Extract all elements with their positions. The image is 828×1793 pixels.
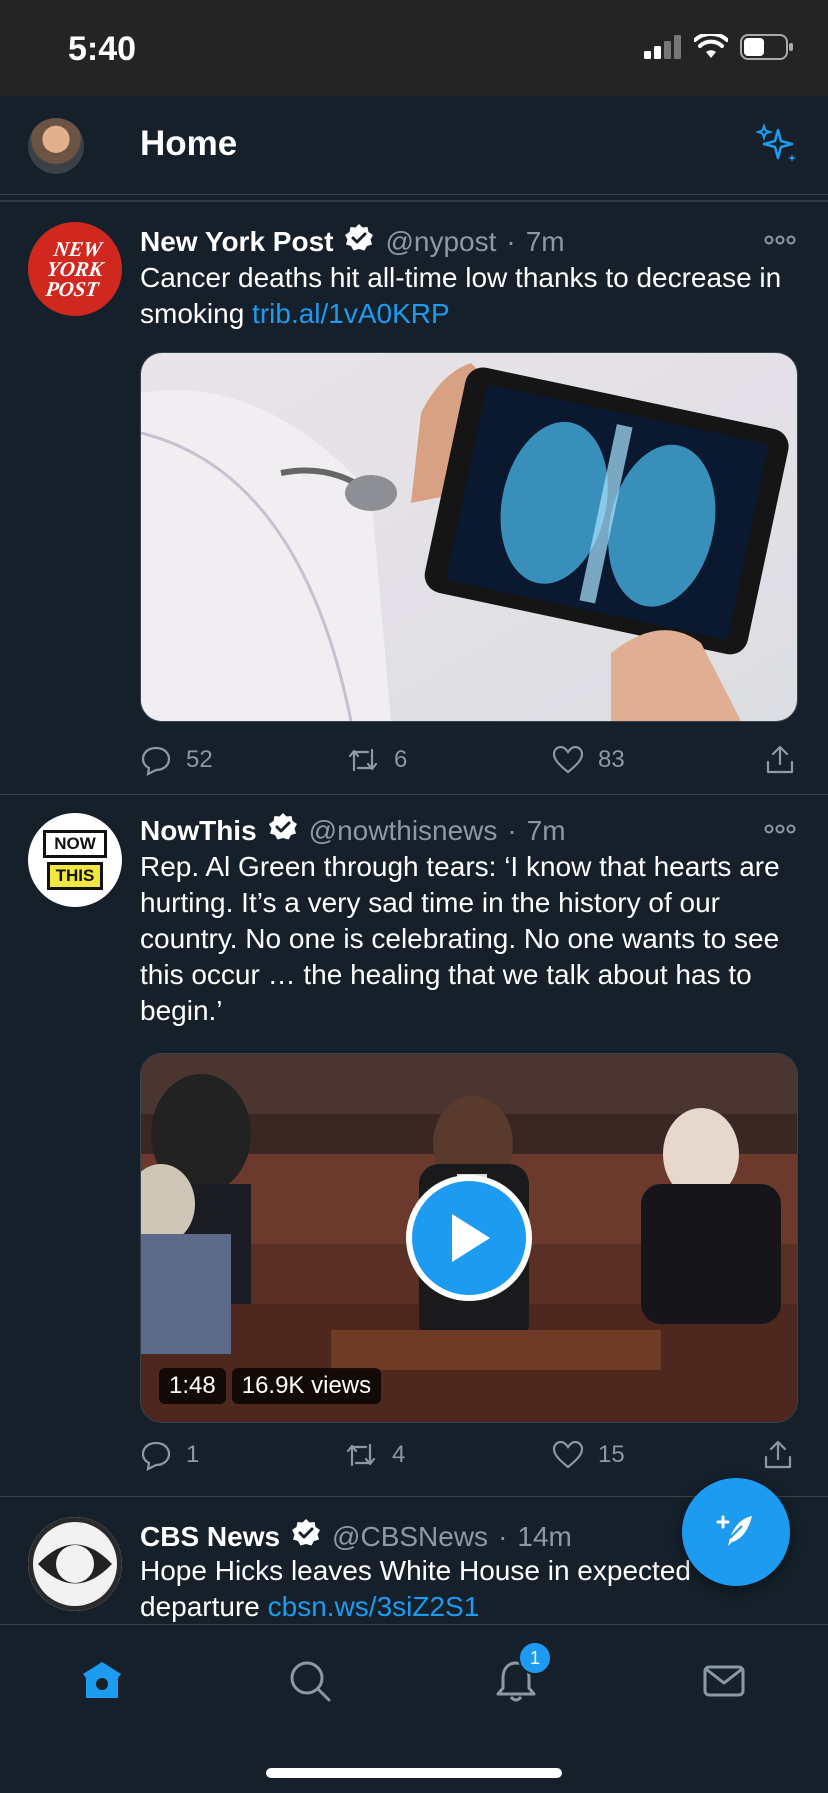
heart-icon bbox=[552, 1440, 584, 1469]
tweet-nypost[interactable]: NEW YORK POST New York Post @nypost · 7m… bbox=[0, 202, 828, 794]
share-icon bbox=[764, 1440, 792, 1469]
wifi-icon bbox=[694, 34, 728, 58]
tweet-link[interactable]: trib.al/1vA0KRP bbox=[252, 298, 450, 329]
reply-count: 1 bbox=[186, 1441, 200, 1468]
battery-icon bbox=[740, 34, 793, 60]
verified-icon bbox=[290, 1517, 322, 1556]
like-count: 83 bbox=[598, 746, 625, 773]
tweet-actions: 52 6 83 bbox=[140, 744, 800, 784]
retweet-button[interactable]: 4 bbox=[344, 1439, 405, 1471]
like-button[interactable]: 83 bbox=[552, 744, 625, 776]
retweet-count: 4 bbox=[392, 1441, 406, 1468]
page-title: Home bbox=[140, 124, 238, 163]
tweet-time[interactable]: 7m bbox=[526, 226, 565, 258]
compose-feather-icon bbox=[716, 1515, 752, 1546]
tab-notifications[interactable]: 1 bbox=[486, 1641, 552, 1711]
tweet-text: Rep. Al Green through tears: ‘I know tha… bbox=[140, 851, 780, 1026]
tweet-video[interactable]: 1:48 16.9K views bbox=[140, 1053, 798, 1423]
play-button[interactable] bbox=[406, 1175, 532, 1301]
tweet-header: NowThis @nowthisnews · 7m bbox=[140, 811, 566, 850]
reply-button[interactable]: 1 bbox=[140, 1439, 199, 1471]
reply-icon bbox=[141, 1441, 171, 1471]
retweet-button[interactable]: 6 bbox=[346, 744, 407, 776]
video-views: 16.9K views bbox=[231, 1368, 382, 1404]
separator-dot: · bbox=[507, 814, 517, 846]
top-header: Home bbox=[0, 96, 828, 195]
author-handle[interactable]: @nowthisnews bbox=[309, 815, 498, 847]
like-count: 15 bbox=[598, 1441, 625, 1468]
status-time: 5:40 bbox=[68, 30, 137, 68]
profile-avatar[interactable] bbox=[28, 118, 84, 174]
author-name[interactable]: New York Post bbox=[140, 226, 333, 258]
tweet-time[interactable]: 7m bbox=[527, 815, 566, 847]
tab-messages[interactable] bbox=[694, 1651, 754, 1711]
verified-icon bbox=[343, 222, 375, 261]
tweet-actions: 1 4 15 bbox=[140, 1439, 800, 1479]
like-button[interactable]: 15 bbox=[552, 1439, 625, 1471]
xray-photo bbox=[141, 353, 797, 721]
mail-icon bbox=[703, 1665, 745, 1697]
nowthis-logo-now: NOW bbox=[43, 830, 107, 858]
reply-count: 52 bbox=[186, 746, 213, 773]
cbs-eye-logo bbox=[28, 1517, 122, 1611]
share-button[interactable] bbox=[762, 1439, 794, 1471]
video-meta: 1:48 16.9K views bbox=[159, 1368, 387, 1404]
separator-dot: · bbox=[506, 225, 516, 257]
verified-icon bbox=[267, 811, 299, 850]
retweet-icon bbox=[346, 1443, 376, 1467]
heart-icon bbox=[552, 745, 584, 774]
home-icon bbox=[83, 1662, 121, 1698]
tweet-image[interactable] bbox=[140, 352, 798, 722]
nypost-logo-line: YORK bbox=[45, 257, 105, 281]
tweet-header: CBS News @CBSNews · 14m bbox=[140, 1517, 572, 1556]
retweet-icon bbox=[348, 748, 378, 772]
sparkle-icon[interactable] bbox=[754, 122, 800, 171]
author-name[interactable]: CBS News bbox=[140, 1521, 280, 1553]
nypost-logo-line: POST bbox=[44, 277, 101, 301]
more-options-icon[interactable] bbox=[764, 226, 796, 252]
search-icon bbox=[290, 1661, 331, 1702]
tweet-nowthis[interactable]: NOW THIS NowThis @nowthisnews · 7m Rep. … bbox=[0, 795, 828, 1495]
author-handle[interactable]: @CBSNews bbox=[332, 1521, 488, 1553]
separator-dot: · bbox=[498, 1520, 508, 1552]
cbsnews-avatar[interactable] bbox=[28, 1517, 122, 1611]
video-duration: 1:48 bbox=[159, 1368, 226, 1404]
tweet-body: Cancer deaths hit all-time low thanks to… bbox=[140, 262, 782, 329]
notification-badge: 1 bbox=[518, 1641, 552, 1675]
reply-icon bbox=[141, 746, 171, 776]
author-name[interactable]: NowThis bbox=[140, 815, 257, 847]
status-icons bbox=[644, 34, 794, 60]
reply-button[interactable]: 52 bbox=[140, 744, 213, 776]
home-indicator bbox=[266, 1768, 562, 1778]
play-icon bbox=[452, 1214, 490, 1262]
more-options-icon[interactable] bbox=[764, 815, 796, 841]
tab-search[interactable] bbox=[280, 1651, 340, 1711]
signal-icon bbox=[644, 35, 681, 59]
tab-home[interactable] bbox=[72, 1651, 132, 1711]
status-bar: 5:40 bbox=[0, 0, 828, 96]
tweet-header: New York Post @nypost · 7m bbox=[140, 222, 565, 261]
tweet-link[interactable]: cbsn.ws/3siZ2S1 bbox=[268, 1591, 480, 1622]
retweet-count: 6 bbox=[394, 746, 408, 773]
nowthis-logo-this: THIS bbox=[46, 862, 104, 890]
nowthis-avatar[interactable]: NOW THIS bbox=[28, 813, 122, 907]
nypost-logo-line: NEW bbox=[52, 237, 104, 261]
tweet-time[interactable]: 14m bbox=[517, 1521, 571, 1553]
nypost-avatar[interactable]: NEW YORK POST bbox=[28, 222, 122, 316]
share-icon bbox=[766, 745, 794, 774]
tweet-text: Cancer deaths hit all-time low thanks to… bbox=[140, 260, 800, 332]
share-button[interactable] bbox=[764, 744, 796, 776]
author-handle[interactable]: @nypost bbox=[385, 226, 496, 258]
compose-tweet-button[interactable] bbox=[682, 1478, 790, 1586]
